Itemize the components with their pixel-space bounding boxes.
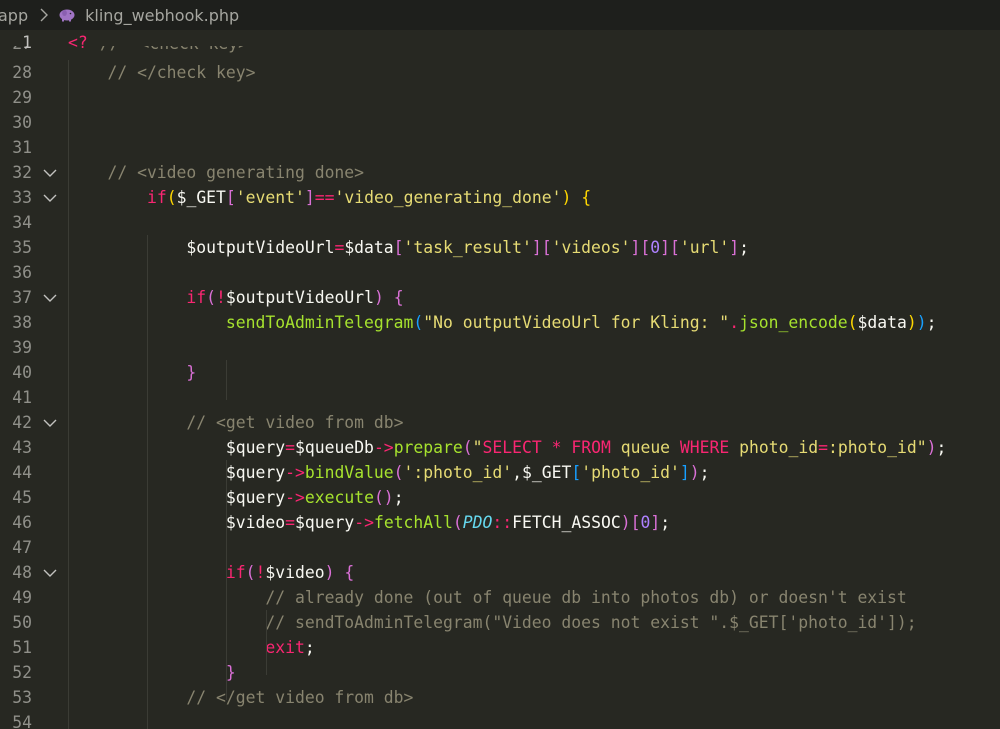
code-text: if(!$outputVideoUrl) { xyxy=(186,288,404,307)
line-number: 47 xyxy=(12,538,32,557)
line-number: 33 xyxy=(12,188,32,207)
code-text: // </check key> xyxy=(68,63,256,82)
line-number: 32 xyxy=(12,163,32,182)
line-number: 54 xyxy=(12,713,32,729)
code-line[interactable]: 35 $outputVideoUrl=$data['task_result'][… xyxy=(0,235,1000,260)
sticky-line-1[interactable]: 1 <? xyxy=(0,30,1000,55)
code-line[interactable]: 37 if(!$outputVideoUrl) { xyxy=(0,285,1000,310)
line-number: 43 xyxy=(12,438,32,457)
line-number: 50 xyxy=(12,613,32,632)
code-line[interactable]: 38 sendToAdminTelegram("No outputVideoUr… xyxy=(0,310,1000,335)
line-number: 29 xyxy=(12,88,32,107)
indent-guide xyxy=(147,235,149,729)
code-text: $query->bindValue(':photo_id',$_GET['pho… xyxy=(68,463,710,482)
code-text: <? xyxy=(68,33,88,52)
line-number: 34 xyxy=(12,213,32,232)
chevron-right-icon xyxy=(40,8,49,22)
line-number: 53 xyxy=(12,688,32,707)
line-number: 31 xyxy=(12,138,32,157)
breadcrumb: app kling_webhook.php xyxy=(0,0,1000,30)
indent-guide xyxy=(68,60,69,729)
line-number: 38 xyxy=(12,313,32,332)
fold-chevron-icon[interactable] xyxy=(42,185,58,210)
code-line[interactable]: 42 // <get video from db> xyxy=(0,410,1000,435)
code-line[interactable]: 36 xyxy=(0,260,1000,285)
code-text: sendToAdminTelegram("No outputVideoUrl f… xyxy=(225,313,937,332)
code-line[interactable]: 40 } xyxy=(0,360,1000,385)
code-line[interactable]: 45 $query->execute(); xyxy=(0,485,1000,510)
code-line[interactable]: 39 xyxy=(0,335,1000,360)
indent-guide xyxy=(226,360,228,400)
code-editor[interactable]: 27 // <check key> 1 <? 28 // </check key… xyxy=(0,30,1000,729)
code-line[interactable]: 31 xyxy=(0,135,1000,160)
code-text: // sendToAdminTelegram("Video does not e… xyxy=(68,613,917,632)
php-elephant-icon xyxy=(58,8,76,22)
line-number: 45 xyxy=(12,488,32,507)
line-number: 49 xyxy=(12,588,32,607)
line-number: 39 xyxy=(12,338,32,357)
code-line[interactable]: 46 $video=$query->fetchAll(PDO::FETCH_AS… xyxy=(0,510,1000,535)
code-line[interactable]: 44 $query->bindValue(':photo_id',$_GET['… xyxy=(0,460,1000,485)
code-text: if($_GET['event']=='video_generating_don… xyxy=(146,188,592,207)
code-line[interactable]: 34 xyxy=(0,210,1000,235)
code-text: // already done (out of queue db into ph… xyxy=(68,588,907,607)
code-text: $query->execute(); xyxy=(68,488,404,507)
line-number: 48 xyxy=(12,563,32,582)
fold-chevron-icon[interactable] xyxy=(42,160,58,185)
code-line[interactable]: 54 xyxy=(0,710,1000,729)
line-number: 42 xyxy=(12,413,32,432)
line-number: 37 xyxy=(12,288,32,307)
indent-guide xyxy=(266,610,267,675)
line-number: 52 xyxy=(12,663,32,682)
code-text: // <video generating done> xyxy=(68,163,365,182)
line-number: 30 xyxy=(12,113,32,132)
breadcrumb-file[interactable]: kling_webhook.php xyxy=(85,6,239,25)
code-line[interactable]: 32 // <video generating done> xyxy=(0,160,1000,185)
code-text: $outputVideoUrl=$data['task_result']['vi… xyxy=(68,238,749,257)
line-number: 35 xyxy=(12,238,32,257)
code-text: exit; xyxy=(265,638,315,657)
code-text: if(!$video) { xyxy=(225,563,355,582)
line-number: 51 xyxy=(12,638,32,657)
code-line[interactable]: 52 } xyxy=(0,660,1000,685)
code-line[interactable]: 28 // </check key> xyxy=(0,60,1000,85)
line-number: 28 xyxy=(12,63,32,82)
code-text: // <get video from db> xyxy=(68,413,404,432)
code-line[interactable]: 50 // sendToAdminTelegram("Video does no… xyxy=(0,610,1000,635)
indent-guide xyxy=(226,460,228,700)
code-line[interactable]: 41 xyxy=(0,385,1000,410)
line-number: 44 xyxy=(12,463,32,482)
fold-chevron-icon[interactable] xyxy=(42,410,58,435)
code-text: } xyxy=(186,363,197,382)
code-line[interactable]: 51 exit; xyxy=(0,635,1000,660)
code-line[interactable]: 29 xyxy=(0,85,1000,110)
line-number: 41 xyxy=(12,388,32,407)
code-text: $query=$queueDb->prepare("SELECT * FROM … xyxy=(68,438,947,457)
line-number: 40 xyxy=(12,363,32,382)
code-line[interactable]: 53 // </get video from db> xyxy=(0,685,1000,710)
breadcrumb-folder[interactable]: app xyxy=(0,6,28,25)
code-line[interactable]: 30 xyxy=(0,110,1000,135)
code-line[interactable]: 47 xyxy=(0,535,1000,560)
line-number: 36 xyxy=(12,263,32,282)
line-number: 46 xyxy=(12,513,32,532)
code-text: // </get video from db> xyxy=(68,688,414,707)
code-line[interactable]: 49 // already done (out of queue db into… xyxy=(0,585,1000,610)
fold-chevron-icon[interactable] xyxy=(42,285,58,310)
code-line[interactable]: 33 if($_GET['event']=='video_generating_… xyxy=(0,185,1000,210)
line-number: 1 xyxy=(22,33,32,52)
fold-chevron-icon[interactable] xyxy=(42,560,58,585)
code-line[interactable]: 48 if(!$video) { xyxy=(0,560,1000,585)
code-text: $video=$query->fetchAll(PDO::FETCH_ASSOC… xyxy=(68,513,671,532)
code-text: } xyxy=(225,663,236,682)
code-line[interactable]: 43 $query=$queueDb->prepare("SELECT * FR… xyxy=(0,435,1000,460)
